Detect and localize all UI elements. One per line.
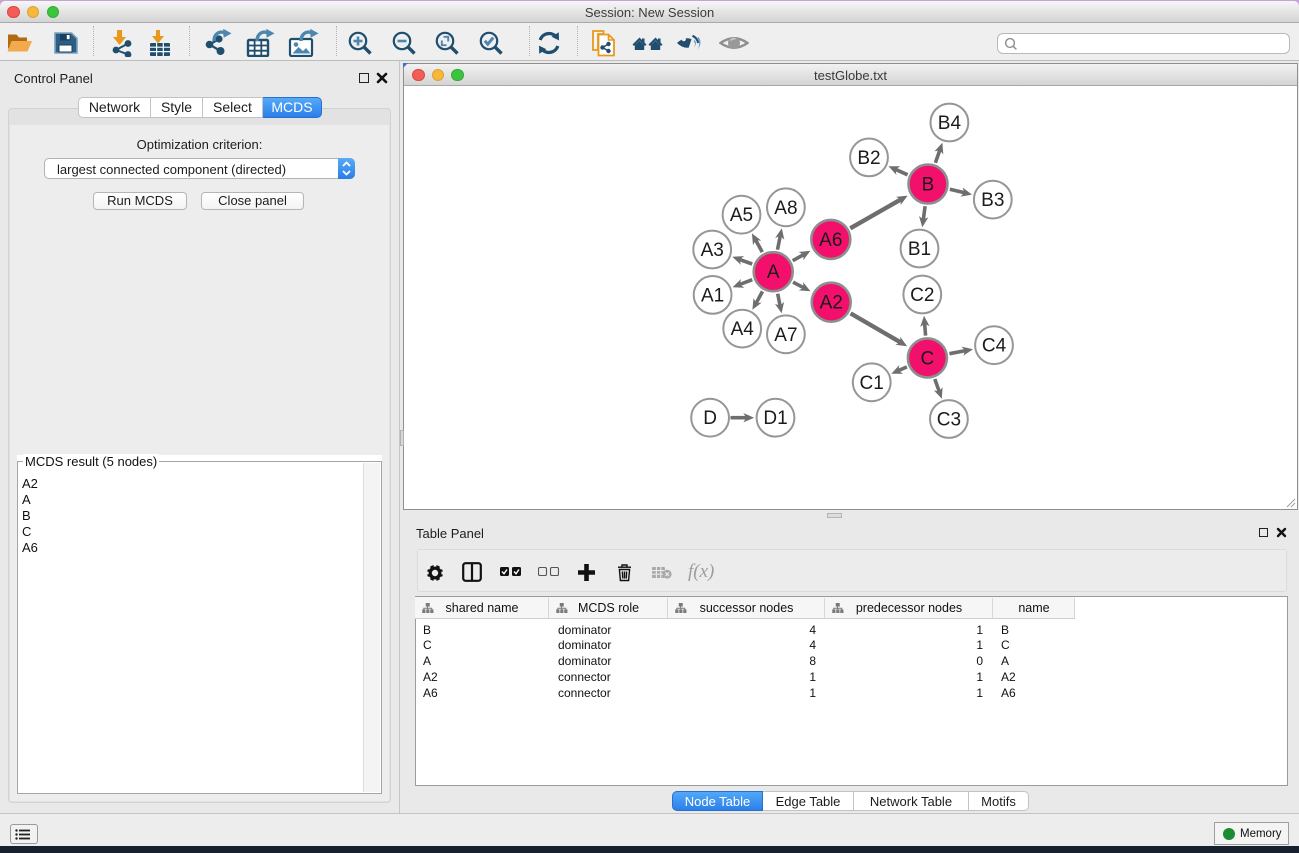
svg-text:A: A bbox=[767, 262, 780, 283]
svg-text:C1: C1 bbox=[860, 373, 884, 394]
svg-text:A3: A3 bbox=[701, 240, 724, 261]
svg-text:D1: D1 bbox=[763, 408, 787, 429]
svg-text:B: B bbox=[922, 175, 935, 196]
svg-text:B2: B2 bbox=[857, 148, 880, 169]
svg-text:A4: A4 bbox=[731, 319, 755, 340]
svg-text:A6: A6 bbox=[819, 230, 842, 251]
svg-text:A1: A1 bbox=[701, 285, 724, 306]
svg-text:C2: C2 bbox=[910, 285, 934, 306]
svg-text:C3: C3 bbox=[937, 410, 961, 431]
svg-text:A8: A8 bbox=[774, 198, 797, 219]
svg-text:C4: C4 bbox=[982, 336, 1007, 357]
svg-text:A2: A2 bbox=[820, 293, 843, 314]
svg-text:A7: A7 bbox=[774, 325, 797, 346]
svg-text:A5: A5 bbox=[730, 205, 753, 226]
svg-text:B1: B1 bbox=[908, 239, 931, 260]
svg-text:C: C bbox=[921, 348, 935, 369]
svg-text:B4: B4 bbox=[938, 113, 962, 134]
svg-text:D: D bbox=[703, 408, 717, 429]
svg-text:B3: B3 bbox=[981, 190, 1004, 211]
